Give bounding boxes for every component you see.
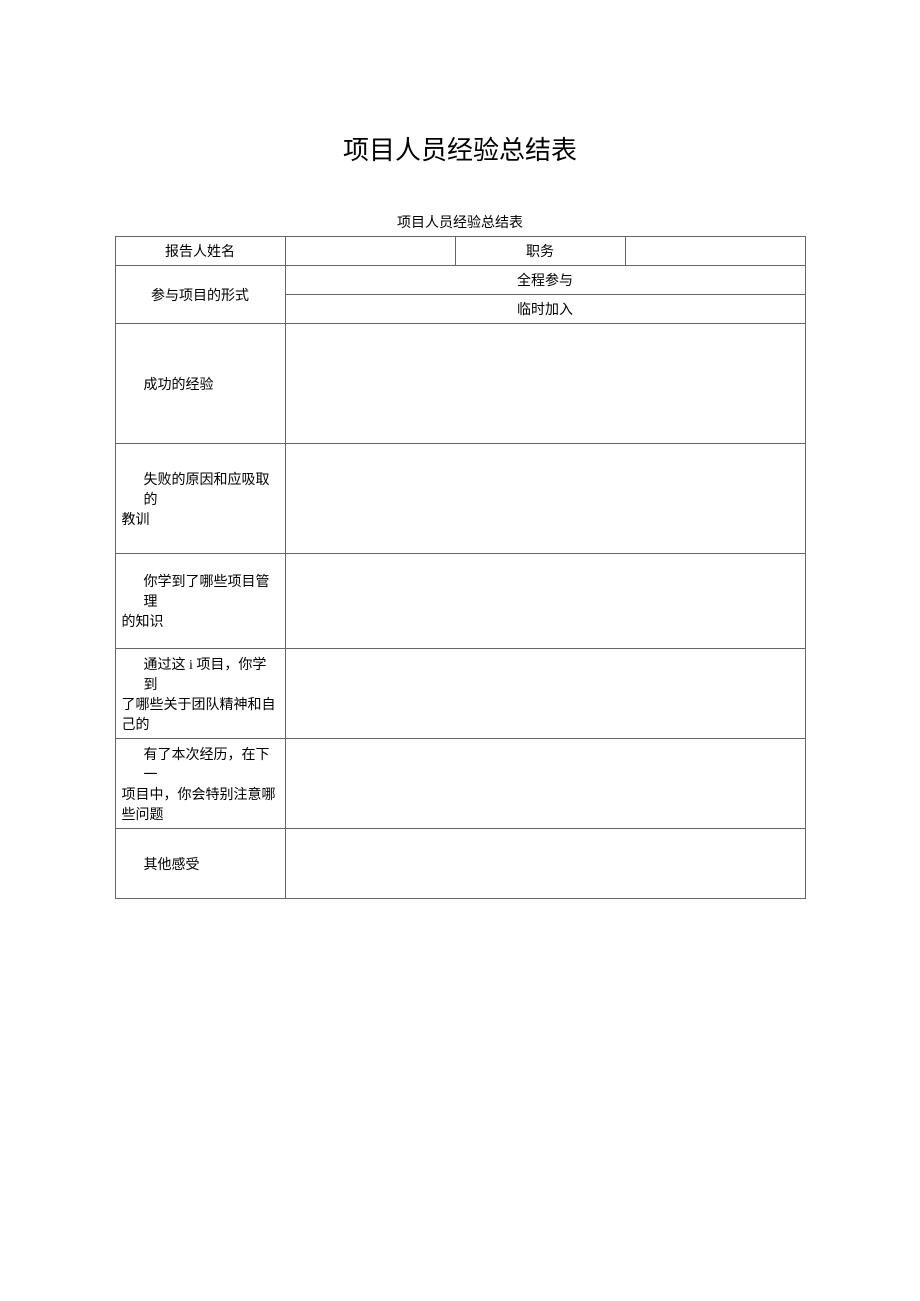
label-fail-reason: 失败的原因和应吸取的 教训 — [115, 444, 285, 554]
label-fail-reason-line1: 失败的原因和应吸取的 — [122, 469, 279, 509]
value-success-experience[interactable] — [285, 324, 805, 444]
row-next-attention: 有了本次经历，在下一 项目中，你会特别注意哪 些问题 — [115, 739, 805, 829]
label-next-attention-line1: 有了本次经历，在下一 — [122, 744, 279, 784]
label-next-attention-line2: 项目中，你会特别注意哪 — [122, 784, 279, 804]
value-other-feelings[interactable] — [285, 829, 805, 899]
label-other-feelings-text: 其他感受 — [122, 854, 279, 874]
row-team-spirit: 通过这 i 项目，你学到 了哪些关于团队精神和自 己的 — [115, 649, 805, 739]
row-success-experience: 成功的经验 — [115, 324, 805, 444]
label-pm-knowledge-line2: 的知识 — [122, 611, 279, 631]
value-team-spirit[interactable] — [285, 649, 805, 739]
label-next-attention-line3: 些问题 — [122, 804, 279, 824]
label-fail-reason-line2: 教训 — [122, 509, 279, 529]
option-temp-join[interactable]: 临时加入 — [285, 295, 805, 324]
table-caption: 项目人员经验总结表 — [0, 212, 920, 232]
label-pm-knowledge: 你学到了哪些项目管理 的知识 — [115, 554, 285, 649]
experience-form-table: 报告人姓名 职务 参与项目的形式 全程参与 临时加入 成功的经验 失败的原因和应… — [115, 236, 806, 899]
value-fail-reason[interactable] — [285, 444, 805, 554]
label-participation-form: 参与项目的形式 — [115, 266, 285, 324]
label-reporter-name: 报告人姓名 — [115, 237, 285, 266]
label-team-spirit-line1: 通过这 i 项目，你学到 — [122, 654, 279, 694]
row-reporter: 报告人姓名 职务 — [115, 237, 805, 266]
label-position: 职务 — [455, 237, 625, 266]
value-pm-knowledge[interactable] — [285, 554, 805, 649]
label-team-spirit-line2: 了哪些关于团队精神和自 — [122, 694, 279, 714]
row-participation-full: 参与项目的形式 全程参与 — [115, 266, 805, 295]
label-team-spirit-line3: 己的 — [122, 714, 279, 734]
label-next-attention: 有了本次经历，在下一 项目中，你会特别注意哪 些问题 — [115, 739, 285, 829]
page-title: 项目人员经验总结表 — [0, 130, 920, 167]
label-success-experience: 成功的经验 — [115, 324, 285, 444]
row-other-feelings: 其他感受 — [115, 829, 805, 899]
row-fail-reason: 失败的原因和应吸取的 教训 — [115, 444, 805, 554]
label-team-spirit: 通过这 i 项目，你学到 了哪些关于团队精神和自 己的 — [115, 649, 285, 739]
value-position[interactable] — [625, 237, 805, 266]
option-full-participation[interactable]: 全程参与 — [285, 266, 805, 295]
row-pm-knowledge: 你学到了哪些项目管理 的知识 — [115, 554, 805, 649]
label-success-experience-text: 成功的经验 — [122, 374, 279, 394]
label-other-feelings: 其他感受 — [115, 829, 285, 899]
label-pm-knowledge-line1: 你学到了哪些项目管理 — [122, 571, 279, 611]
value-reporter-name[interactable] — [285, 237, 455, 266]
value-next-attention[interactable] — [285, 739, 805, 829]
